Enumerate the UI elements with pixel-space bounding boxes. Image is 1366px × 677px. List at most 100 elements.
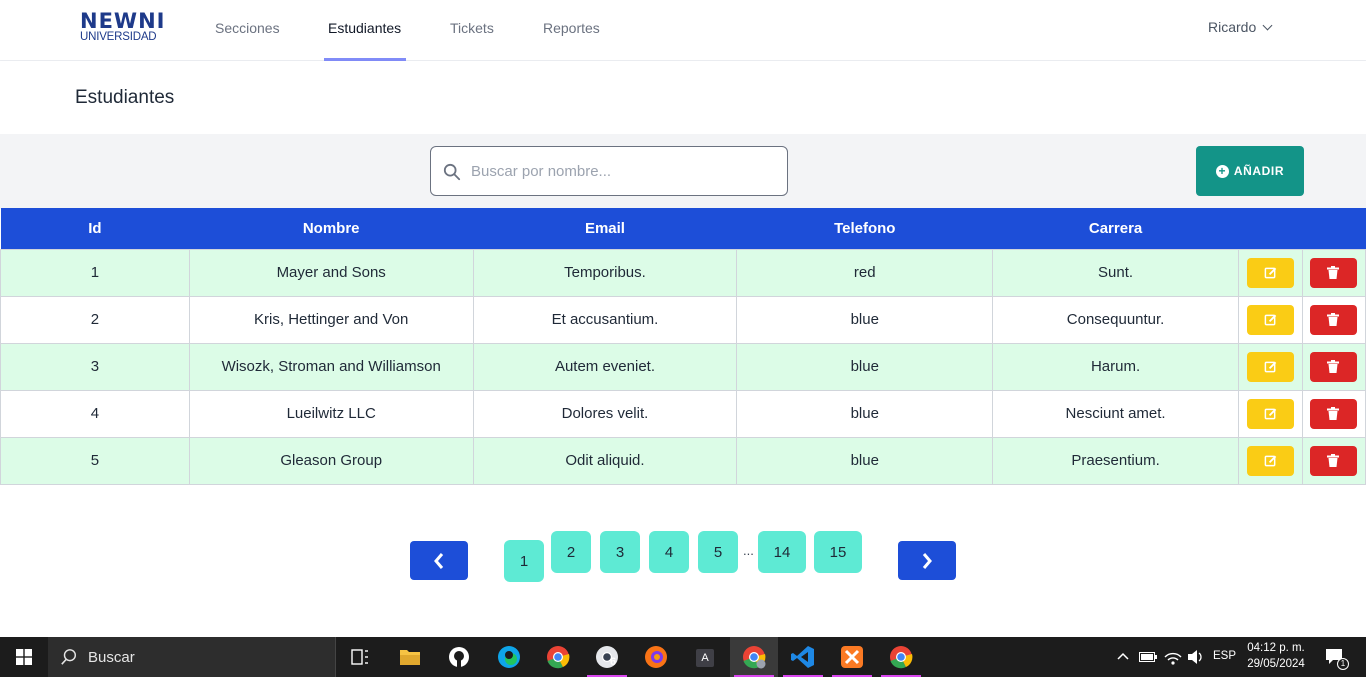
cell-carrera: Nesciunt amet. xyxy=(992,389,1239,438)
trash-icon xyxy=(1327,453,1340,467)
taskbar-clock[interactable]: 04:12 p. m. 29/05/2024 xyxy=(1244,640,1308,672)
cell-email: Et accusantium. xyxy=(472,295,738,344)
logo-wordmark: NEWNI xyxy=(80,9,166,33)
page-15-button[interactable]: 15 xyxy=(814,531,862,573)
tray-wifi[interactable] xyxy=(1162,637,1184,677)
page-2-button[interactable]: 2 xyxy=(551,531,591,573)
chrome-icon xyxy=(743,646,766,669)
cell-telefono: blue xyxy=(736,389,994,438)
university-logo[interactable]: NEWNI UNIVERSIDAD xyxy=(80,11,170,47)
taskbar-chrome-profiles[interactable]: 6 xyxy=(583,637,631,677)
edit-button[interactable] xyxy=(1246,445,1294,476)
windows-logo-icon xyxy=(16,649,32,665)
taskbar-search-label: Buscar xyxy=(88,649,135,666)
tray-volume[interactable] xyxy=(1185,637,1207,677)
edit-icon xyxy=(1264,361,1277,372)
nav-item-reportes[interactable]: Reportes xyxy=(543,20,600,36)
table-row: 1 Mayer and Sons Temporibus. red Sunt. xyxy=(0,248,1366,297)
add-student-button[interactable]: + AÑADIR xyxy=(1196,146,1304,196)
column-header-nombre: Nombre xyxy=(189,208,474,249)
tray-battery[interactable] xyxy=(1138,637,1158,677)
table-header-row: Id Nombre Email Telefono Carrera xyxy=(0,208,1366,249)
cell-edit xyxy=(1237,436,1303,485)
edit-button[interactable] xyxy=(1246,398,1294,429)
search-input[interactable] xyxy=(471,157,771,185)
delete-button[interactable] xyxy=(1310,398,1358,429)
app-window: NEWNI UNIVERSIDAD Secciones Estudiantes … xyxy=(0,0,1366,637)
chevron-up-icon xyxy=(1117,652,1129,660)
cell-carrera: Praesentium. xyxy=(992,436,1239,485)
page-title: Estudiantes xyxy=(75,87,175,108)
cell-nombre: Wisozk, Stroman and Williamson xyxy=(188,342,474,391)
delete-button[interactable] xyxy=(1310,304,1358,335)
page-4-button[interactable]: 4 xyxy=(649,531,689,573)
trash-icon xyxy=(1327,406,1340,420)
page-1-button[interactable]: 1 xyxy=(504,540,544,582)
start-button[interactable] xyxy=(0,637,48,677)
tray-language[interactable]: ESP xyxy=(1213,650,1236,664)
delete-button[interactable] xyxy=(1310,351,1358,382)
task-view-button[interactable] xyxy=(336,637,384,677)
edit-icon xyxy=(1264,408,1277,419)
cell-id: 4 xyxy=(0,389,190,438)
previous-page-button[interactable] xyxy=(410,541,468,580)
app-a-icon: A xyxy=(696,649,714,667)
chrome-window-count: 6 xyxy=(610,656,617,668)
table-row: 2 Kris, Hettinger and Von Et accusantium… xyxy=(0,295,1366,344)
add-button-label: AÑADIR xyxy=(1233,164,1285,178)
taskbar-app-a[interactable]: A xyxy=(681,637,729,677)
taskbar-edge[interactable] xyxy=(485,637,533,677)
cell-carrera: Harum. xyxy=(992,342,1239,391)
cell-edit xyxy=(1237,248,1303,297)
cell-id: 2 xyxy=(0,295,190,344)
clock-time: 04:12 p. m. xyxy=(1247,642,1305,654)
edit-button[interactable] xyxy=(1246,351,1294,382)
table-row: 5 Gleason Group Odit aliquid. blue Praes… xyxy=(0,436,1366,485)
cell-email: Dolores velit. xyxy=(472,389,738,438)
xampp-icon xyxy=(841,646,863,668)
edge-icon xyxy=(498,646,520,668)
user-menu[interactable]: Ricardo xyxy=(1208,19,1273,35)
taskbar-chrome[interactable] xyxy=(534,637,582,677)
taskbar-search[interactable]: Buscar xyxy=(48,637,336,677)
tray-show-hidden[interactable] xyxy=(1114,637,1134,677)
chevron-left-icon xyxy=(434,553,444,569)
cell-id: 3 xyxy=(0,342,190,391)
column-header-telefono: Telefono xyxy=(736,208,993,249)
taskbar-file-explorer[interactable] xyxy=(386,637,434,677)
taskbar-firefox[interactable] xyxy=(632,637,680,677)
windows-taskbar: Buscar 6 A ESP 04:12 p. m. 29/05/2024 1 xyxy=(0,637,1366,677)
taskbar-xampp[interactable] xyxy=(828,637,876,677)
cell-telefono: blue xyxy=(736,342,994,391)
battery-icon xyxy=(1139,652,1157,662)
github-icon xyxy=(449,647,469,667)
taskbar-vscode[interactable] xyxy=(779,637,827,677)
cell-edit xyxy=(1237,295,1303,344)
plus-circle-icon: + xyxy=(1215,164,1229,178)
pagination-ellipsis: ... xyxy=(743,543,754,558)
page-14-button[interactable]: 14 xyxy=(758,531,806,573)
cell-telefono: red xyxy=(736,248,994,297)
notification-center-button[interactable]: 1 xyxy=(1320,637,1350,677)
next-page-button[interactable] xyxy=(898,541,956,580)
page-3-button[interactable]: 3 xyxy=(600,531,640,573)
students-table: Id Nombre Email Telefono Carrera 1 Mayer… xyxy=(0,208,1366,485)
clock-date: 29/05/2024 xyxy=(1247,658,1305,670)
cell-id: 1 xyxy=(0,248,190,297)
edit-icon xyxy=(1264,455,1277,466)
search-icon xyxy=(61,649,77,665)
chevron-right-icon xyxy=(922,553,932,569)
chevron-down-icon xyxy=(1262,20,1273,31)
taskbar-github[interactable] xyxy=(435,637,483,677)
taskbar-chrome-2[interactable] xyxy=(877,637,925,677)
nav-item-secciones[interactable]: Secciones xyxy=(215,20,280,36)
nav-item-estudiantes[interactable]: Estudiantes xyxy=(328,20,401,36)
page-5-button[interactable]: 5 xyxy=(698,531,738,573)
edit-button[interactable] xyxy=(1246,257,1294,288)
edit-button[interactable] xyxy=(1246,304,1294,335)
delete-button[interactable] xyxy=(1310,257,1358,288)
delete-button[interactable] xyxy=(1310,445,1358,476)
taskbar-chrome-active[interactable] xyxy=(730,637,778,677)
search-icon xyxy=(443,163,461,181)
nav-item-tickets[interactable]: Tickets xyxy=(450,20,494,36)
